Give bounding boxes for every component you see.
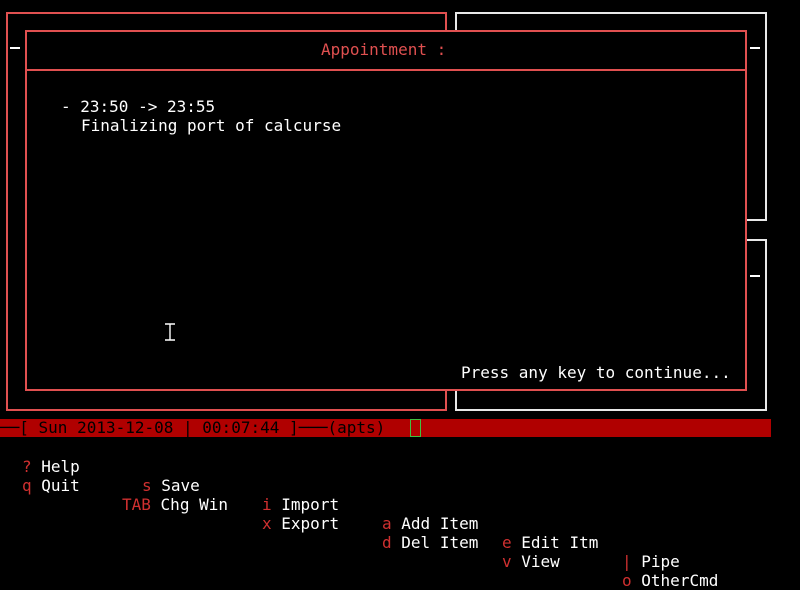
popup-title-divider xyxy=(27,69,745,71)
appointment-time: - 23:50 -> 23:55 xyxy=(61,97,216,116)
status-bar: ──[ Sun 2013-12-08 | 00:07:44 ]───(apts) xyxy=(0,419,771,437)
help-item-other-command[interactable]: o OtherCmd xyxy=(622,571,718,590)
help-item-quit[interactable]: q Quit xyxy=(22,476,80,495)
text-cursor-icon xyxy=(165,323,175,341)
help-item-change-window[interactable]: TAB Chg Win xyxy=(122,495,228,514)
help-row-2: q Quit TAB Chg Win x Export d Del Item v… xyxy=(0,457,718,590)
appointment-popup: Appointment : - 23:50 -> 23:55 Finalizin… xyxy=(25,30,747,391)
help-item-edit-item[interactable]: e Edit Itm xyxy=(502,533,598,552)
help-item-help[interactable]: ? Help xyxy=(22,457,80,476)
panel-title-mark-right xyxy=(750,47,760,49)
help-item-add-item[interactable]: a Add Item xyxy=(382,514,478,533)
help-item-export[interactable]: x Export xyxy=(262,514,339,533)
popup-title: Appointment : xyxy=(321,40,447,59)
help-item-pipe[interactable]: | Pipe xyxy=(622,552,680,571)
help-item-save[interactable]: s Save xyxy=(142,476,200,495)
todo-title-mark xyxy=(750,275,760,277)
help-item-view[interactable]: v View xyxy=(502,552,560,571)
continue-prompt[interactable]: Press any key to continue... xyxy=(461,363,731,382)
cursor-block xyxy=(410,419,421,437)
help-item-import[interactable]: i Import xyxy=(262,495,339,514)
status-bar-text: ──[ Sun 2013-12-08 | 00:07:44 ]───(apts) xyxy=(0,418,386,437)
appointment-description: Finalizing port of calcurse xyxy=(81,116,342,135)
panel-title-mark-left xyxy=(10,47,20,49)
help-item-delete-item[interactable]: d Del Item xyxy=(382,533,478,552)
